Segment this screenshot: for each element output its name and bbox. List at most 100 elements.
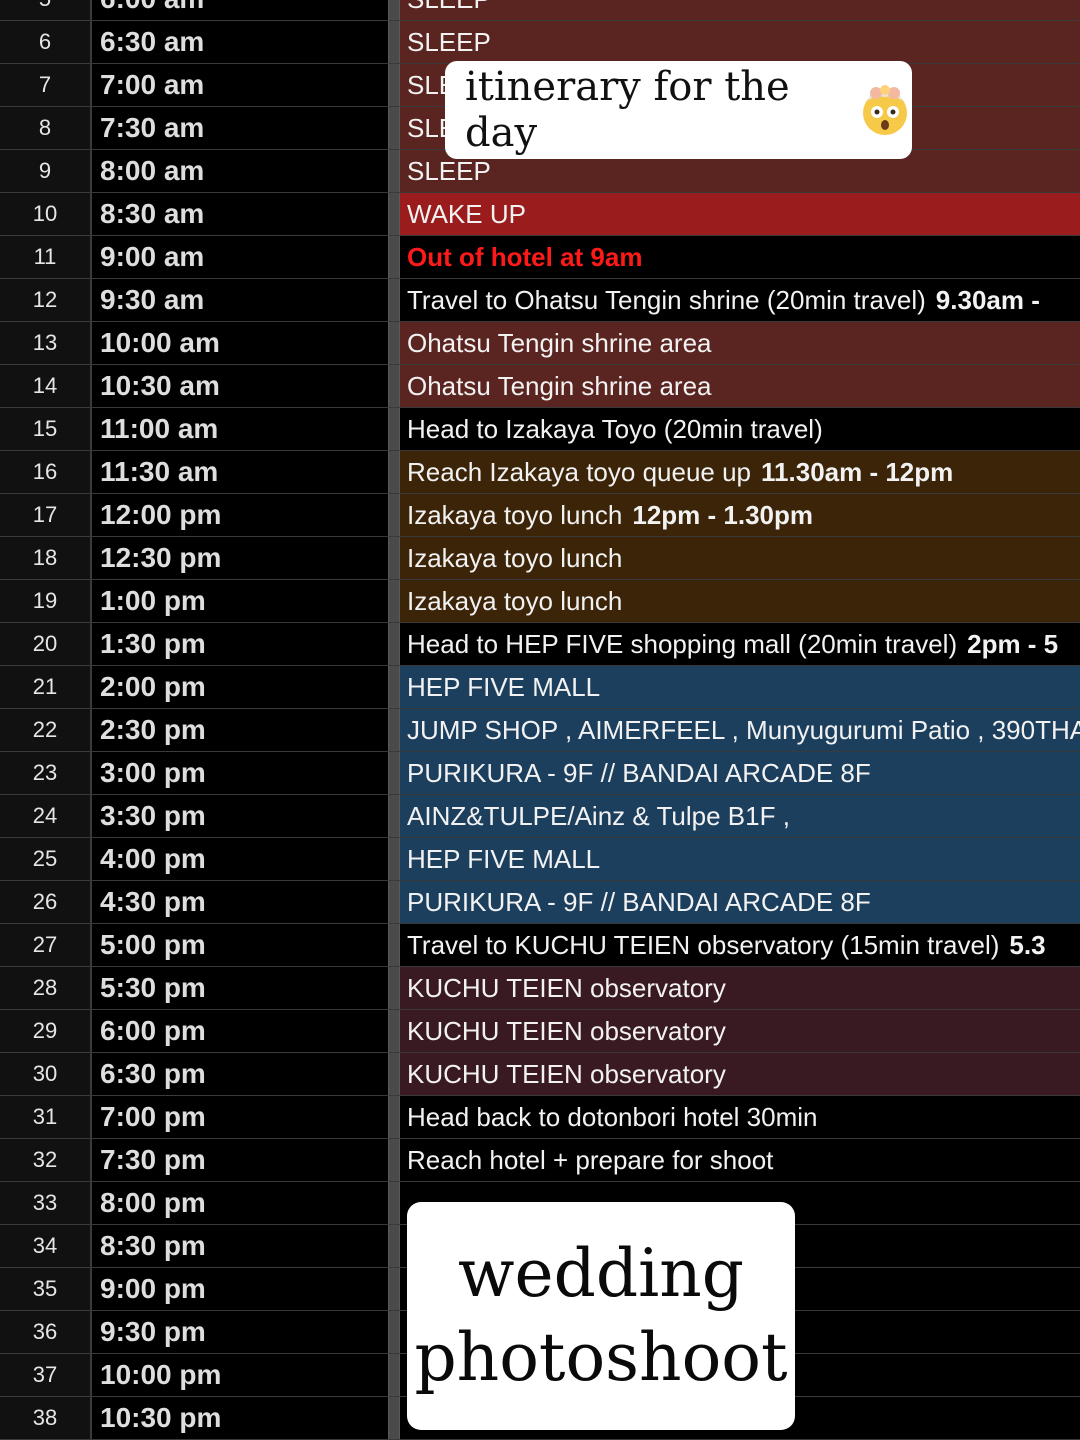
table-row[interactable]: 32 7:30 pm Reach hotel + prepare for shoot (0, 1139, 1080, 1182)
time-cell[interactable]: 7:00 pm (92, 1096, 388, 1138)
time-cell[interactable]: 12:30 pm (92, 537, 388, 579)
table-row[interactable]: 29 6:00 pm KUCHU TEIEN observatory (0, 1010, 1080, 1053)
time-cell[interactable]: 8:00 pm (92, 1182, 388, 1224)
activity-cell[interactable]: KUCHU TEIEN observatory (400, 1053, 1080, 1095)
row-number[interactable]: 32 (0, 1139, 92, 1181)
row-number[interactable]: 6 (0, 21, 92, 63)
table-row[interactable]: 19 1:00 pm Izakaya toyo lunch (0, 580, 1080, 623)
activity-cell[interactable]: PURIKURA - 9F // BANDAI ARCADE 8F (400, 752, 1080, 794)
table-row[interactable]: 23 3:00 pm PURIKURA - 9F // BANDAI ARCADE … (0, 752, 1080, 795)
table-row[interactable]: 26 4:30 pm PURIKURA - 9F // BANDAI ARCADE … (0, 881, 1080, 924)
time-cell[interactable]: 6:30 pm (92, 1053, 388, 1095)
row-number[interactable]: 18 (0, 537, 92, 579)
time-cell[interactable]: 7:30 pm (92, 1139, 388, 1181)
row-number[interactable]: 23 (0, 752, 92, 794)
time-cell[interactable]: 9:00 pm (92, 1268, 388, 1310)
activity-cell[interactable]: Izakaya toyo lunch (400, 580, 1080, 622)
activity-cell[interactable]: Reach Izakaya toyo queue up 11.30am - 12p… (400, 451, 1080, 493)
row-number[interactable]: 8 (0, 107, 92, 149)
table-row[interactable]: 30 6:30 pm KUCHU TEIEN observatory (0, 1053, 1080, 1096)
table-row[interactable]: 10 8:30 am WAKE UP (0, 193, 1080, 236)
row-number[interactable]: 20 (0, 623, 92, 665)
row-number[interactable]: 34 (0, 1225, 92, 1267)
table-row[interactable]: 13 10:00 am Ohatsu Tengin shrine area (0, 322, 1080, 365)
time-cell[interactable]: 4:00 pm (92, 838, 388, 880)
activity-cell[interactable]: JUMP SHOP , AIMERFEEL , Munyugurumi Pati… (400, 709, 1080, 751)
row-number[interactable]: 30 (0, 1053, 92, 1095)
time-cell[interactable]: 9:00 am (92, 236, 388, 278)
time-cell[interactable]: 9:30 pm (92, 1311, 388, 1353)
time-cell[interactable]: 9:30 am (92, 279, 388, 321)
activity-cell[interactable]: HEP FIVE MALL (400, 666, 1080, 708)
table-row[interactable]: 18 12:30 pm Izakaya toyo lunch (0, 537, 1080, 580)
table-row[interactable]: 14 10:30 am Ohatsu Tengin shrine area (0, 365, 1080, 408)
time-cell[interactable]: 6:00 am (92, 0, 388, 20)
activity-cell[interactable]: KUCHU TEIEN observatory (400, 967, 1080, 1009)
row-number[interactable]: 17 (0, 494, 92, 536)
activity-cell[interactable]: Head to HEP FIVE shopping mall (20min tr… (400, 623, 1080, 665)
table-row[interactable]: 11 9:00 am Out of hotel at 9am (0, 236, 1080, 279)
activity-cell[interactable]: PURIKURA - 9F // BANDAI ARCADE 8F (400, 881, 1080, 923)
time-cell[interactable]: 2:00 pm (92, 666, 388, 708)
row-number[interactable]: 31 (0, 1096, 92, 1138)
row-number[interactable]: 33 (0, 1182, 92, 1224)
row-number[interactable]: 5 (0, 0, 92, 20)
row-number[interactable]: 38 (0, 1397, 92, 1439)
table-row[interactable]: 12 9:30 am Travel to Ohatsu Tengin shrine … (0, 279, 1080, 322)
time-cell[interactable]: 8:30 pm (92, 1225, 388, 1267)
table-row[interactable]: 27 5:00 pm Travel to KUCHU TEIEN observato… (0, 924, 1080, 967)
activity-cell[interactable]: SLEEP (400, 21, 1080, 63)
activity-cell[interactable]: Out of hotel at 9am (400, 236, 1080, 278)
activity-cell[interactable]: Ohatsu Tengin shrine area (400, 322, 1080, 364)
activity-cell[interactable]: KUCHU TEIEN observatory (400, 1010, 1080, 1052)
time-cell[interactable]: 3:00 pm (92, 752, 388, 794)
activity-cell[interactable]: AINZ&TULPE/Ainz & Tulpe B1F , (400, 795, 1080, 837)
time-cell[interactable]: 8:00 am (92, 150, 388, 192)
time-cell[interactable]: 5:00 pm (92, 924, 388, 966)
row-number[interactable]: 7 (0, 64, 92, 106)
time-cell[interactable]: 10:00 pm (92, 1354, 388, 1396)
time-cell[interactable]: 8:30 am (92, 193, 388, 235)
time-cell[interactable]: 10:30 am (92, 365, 388, 407)
time-cell[interactable]: 4:30 pm (92, 881, 388, 923)
row-number[interactable]: 19 (0, 580, 92, 622)
time-cell[interactable]: 11:00 am (92, 408, 388, 450)
row-number[interactable]: 29 (0, 1010, 92, 1052)
row-number[interactable]: 11 (0, 236, 92, 278)
time-cell[interactable]: 2:30 pm (92, 709, 388, 751)
activity-cell[interactable]: WAKE UP (400, 193, 1080, 235)
table-row[interactable]: 15 11:00 am Head to Izakaya Toyo (20min tr… (0, 408, 1080, 451)
activity-cell[interactable]: Ohatsu Tengin shrine area (400, 365, 1080, 407)
table-row[interactable]: 24 3:30 pm AINZ&TULPE/Ainz & Tulpe B1F , (0, 795, 1080, 838)
table-row[interactable]: 6 6:30 am SLEEP (0, 21, 1080, 64)
row-number[interactable]: 28 (0, 967, 92, 1009)
time-cell[interactable]: 3:30 pm (92, 795, 388, 837)
time-cell[interactable]: 10:00 am (92, 322, 388, 364)
time-cell[interactable]: 1:30 pm (92, 623, 388, 665)
row-number[interactable]: 21 (0, 666, 92, 708)
activity-cell[interactable]: HEP FIVE MALL (400, 838, 1080, 880)
row-number[interactable]: 12 (0, 279, 92, 321)
row-number[interactable]: 16 (0, 451, 92, 493)
row-number[interactable]: 26 (0, 881, 92, 923)
activity-cell[interactable]: Travel to Ohatsu Tengin shrine (20min tr… (400, 279, 1080, 321)
row-number[interactable]: 9 (0, 150, 92, 192)
row-number[interactable]: 24 (0, 795, 92, 837)
time-cell[interactable]: 7:30 am (92, 107, 388, 149)
table-row[interactable]: 28 5:30 pm KUCHU TEIEN observatory (0, 967, 1080, 1010)
row-number[interactable]: 36 (0, 1311, 92, 1353)
activity-cell[interactable]: SLEEP (400, 0, 1080, 20)
time-cell[interactable]: 10:30 pm (92, 1397, 388, 1439)
table-row[interactable]: 20 1:30 pm Head to HEP FIVE shopping mall … (0, 623, 1080, 666)
time-cell[interactable]: 1:00 pm (92, 580, 388, 622)
time-cell[interactable]: 11:30 am (92, 451, 388, 493)
row-number[interactable]: 13 (0, 322, 92, 364)
row-number[interactable]: 27 (0, 924, 92, 966)
row-number[interactable]: 37 (0, 1354, 92, 1396)
row-number[interactable]: 10 (0, 193, 92, 235)
activity-cell[interactable]: Izakaya toyo lunch 12pm - 1.30pm (400, 494, 1080, 536)
time-cell[interactable]: 12:00 pm (92, 494, 388, 536)
activity-cell[interactable]: Head back to dotonbori hotel 30min (400, 1096, 1080, 1138)
table-row[interactable]: 31 7:00 pm Head back to dotonbori hotel 30… (0, 1096, 1080, 1139)
table-row[interactable]: 22 2:30 pm JUMP SHOP , AIMERFEEL , Munyugu… (0, 709, 1080, 752)
